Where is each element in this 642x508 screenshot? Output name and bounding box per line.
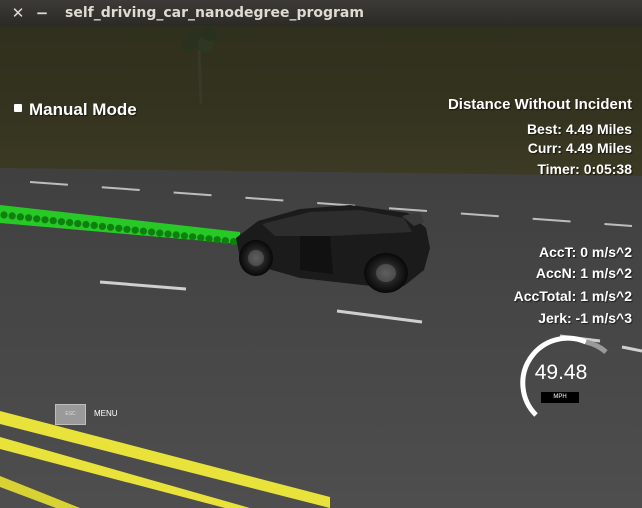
- distance-header: Distance Without Incident: [447, 96, 632, 113]
- path-waypoint: [25, 214, 33, 222]
- path-waypoint: [33, 215, 41, 223]
- path-waypoint: [41, 216, 49, 224]
- path-waypoint: [57, 218, 65, 226]
- path-waypoint: [74, 220, 82, 228]
- path-waypoint: [115, 224, 123, 232]
- simulator-viewport: Manual Mode Distance Without Incident Be…: [0, 26, 642, 508]
- current-distance: Curr: 4.49 Miles: [527, 140, 632, 156]
- acc-total: AccTotal: 1 m/s^2: [513, 288, 632, 304]
- esc-button[interactable]: ESC: [55, 404, 86, 425]
- acc-n: AccN: 1 m/s^2: [535, 265, 632, 281]
- path-waypoint: [197, 234, 205, 242]
- path-waypoint: [156, 229, 164, 237]
- timer: Timer: 0:05:38: [537, 161, 632, 177]
- best-distance: Best: 4.49 Miles: [526, 121, 632, 137]
- minimize-icon[interactable]: −: [34, 4, 50, 22]
- path-waypoint: [213, 236, 221, 244]
- path-waypoint: [180, 232, 188, 240]
- path-waypoint: [90, 221, 98, 229]
- menu-label[interactable]: MENU: [94, 409, 118, 418]
- close-icon[interactable]: ✕: [10, 4, 26, 22]
- path-waypoint: [8, 212, 16, 220]
- mode-label: Manual Mode: [29, 100, 137, 119]
- jerk: Jerk: -1 m/s^3: [538, 310, 632, 326]
- path-waypoint: [66, 219, 74, 227]
- speed-unit: MPH: [541, 392, 579, 403]
- path-waypoint: [189, 233, 197, 241]
- path-waypoint: [131, 226, 139, 234]
- path-waypoint: [205, 235, 213, 243]
- path-waypoint: [221, 237, 229, 245]
- path-waypoint: [164, 230, 172, 238]
- mode-icon: [14, 103, 22, 112]
- window-title: self_driving_car_nanodegree_program: [65, 5, 364, 21]
- path-waypoint: [82, 220, 90, 229]
- path-waypoint: [49, 217, 57, 225]
- path-waypoint: [98, 222, 106, 230]
- path-waypoint: [139, 227, 147, 235]
- path-waypoint: [172, 231, 180, 239]
- window-titlebar: ✕ − self_driving_car_nanodegree_program: [0, 0, 642, 26]
- mode-indicator: Manual Mode: [14, 100, 137, 120]
- path-waypoint: [148, 228, 156, 236]
- path-waypoint: [16, 213, 24, 221]
- path-waypoint: [230, 238, 238, 246]
- acc-t: AccT: 0 m/s^2: [539, 244, 632, 260]
- path-waypoint: [123, 225, 131, 233]
- path-waypoint: [0, 211, 8, 219]
- path-waypoint: [107, 223, 115, 231]
- speed-value: 49.48: [534, 361, 588, 384]
